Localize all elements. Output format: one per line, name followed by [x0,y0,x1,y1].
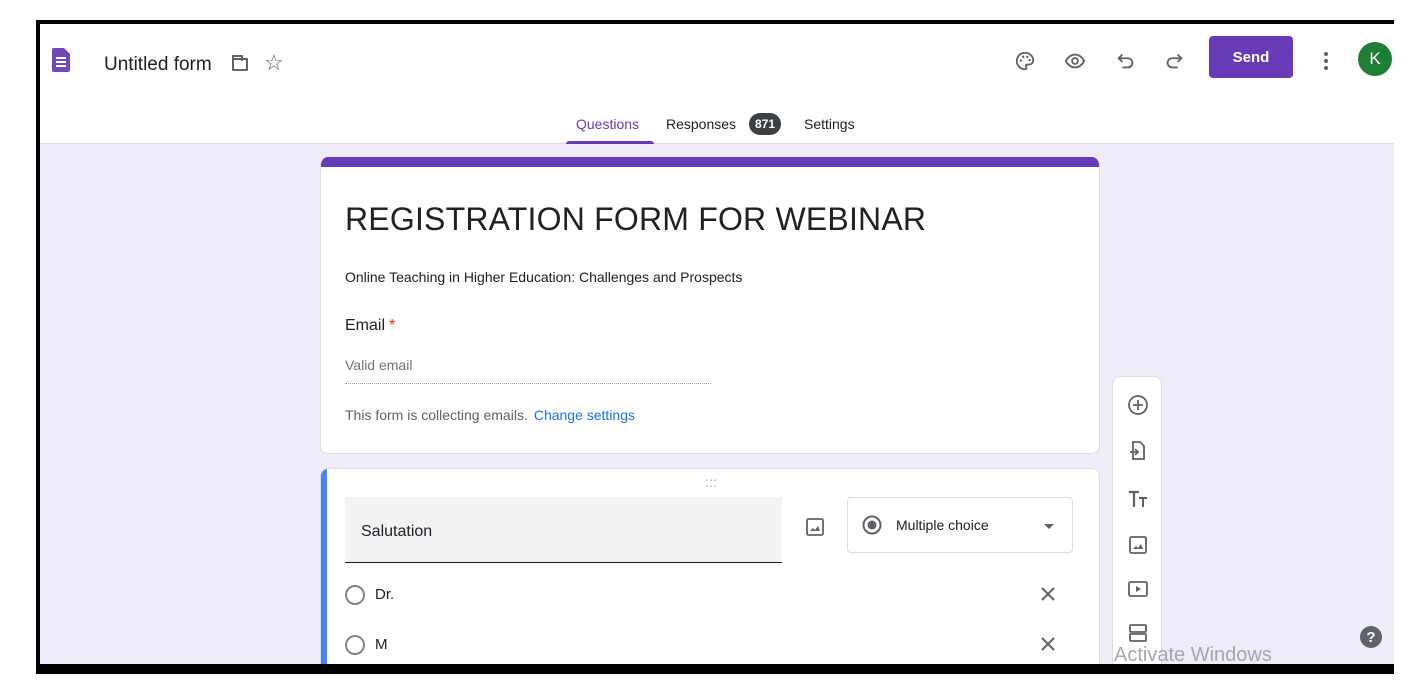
add-video-icon[interactable] [1126,577,1150,601]
activate-windows-watermark: Activate Windows [1114,644,1272,666]
floating-toolbar [1112,376,1162,670]
send-button[interactable]: Send [1209,36,1293,78]
question-type-label: Multiple choice [896,517,989,533]
active-tab-indicator [566,141,654,144]
option-label[interactable]: M [375,636,388,653]
question-card[interactable]: ⋯ ⋯ Salutation Multiple choice Dr. M [320,468,1100,670]
more-vert-icon[interactable] [1317,50,1335,72]
tab-settings[interactable]: Settings [804,116,855,132]
email-input-underline [345,383,711,384]
question-title-input[interactable]: Salutation [345,497,782,563]
account-avatar[interactable]: K [1358,42,1392,76]
undo-icon[interactable] [1115,50,1137,72]
close-icon[interactable] [1037,633,1059,655]
preview-icon[interactable] [1064,50,1086,72]
dropdown-arrow-icon [1044,524,1054,529]
email-placeholder: Valid email [345,357,413,373]
form-title[interactable]: REGISTRATION FORM FOR WEBINAR [345,201,926,238]
add-question-icon[interactable] [1126,393,1150,417]
responses-count-badge: 871 [749,113,781,135]
radio-icon [345,585,365,605]
star-icon[interactable]: ☆ [264,52,284,74]
collect-note-text: This form is collecting emails. [345,407,528,423]
question-type-dropdown[interactable]: Multiple choice [847,497,1073,553]
import-questions-icon[interactable] [1126,439,1150,463]
option-row[interactable]: Dr. [345,579,1065,611]
radio-icon [345,635,365,655]
required-asterisk: * [389,317,396,334]
add-image-icon[interactable] [1126,533,1150,557]
question-text: Salutation [361,523,433,540]
top-app-bar: Untitled form ☆ Send K [40,24,1394,96]
tab-responses[interactable]: Responses [666,116,736,132]
form-header-card[interactable]: REGISTRATION FORM FOR WEBINAR Online Tea… [320,157,1100,454]
radio-button-checked-icon [862,515,882,535]
option-row[interactable]: M [345,629,1065,661]
redo-icon[interactable] [1163,50,1185,72]
form-description[interactable]: Online Teaching in Higher Education: Cha… [345,269,742,285]
folder-icon[interactable] [232,55,248,71]
close-icon[interactable] [1037,583,1059,605]
add-image-icon[interactable] [805,517,825,537]
palette-icon[interactable] [1014,50,1036,72]
add-section-icon[interactable] [1126,621,1150,645]
email-question-label: Email * [345,317,395,335]
theme-band [321,157,1099,167]
change-settings-link[interactable]: Change settings [534,407,635,423]
tab-questions[interactable]: Questions [576,116,639,132]
active-question-indicator [321,469,327,670]
email-collection-note: This form is collecting emails. Change se… [345,407,635,423]
help-icon[interactable]: ? [1360,626,1382,648]
option-label[interactable]: Dr. [375,586,394,603]
document-title[interactable]: Untitled form [104,54,212,76]
forms-logo-icon[interactable] [52,48,70,72]
email-label-text: Email [345,317,386,334]
add-title-icon[interactable] [1126,487,1150,511]
app-window: Untitled form ☆ Send K Questions Respons… [36,20,1394,674]
form-tabs: Questions Responses 871 Settings [40,96,1394,144]
drag-handle-icon[interactable]: ⋯ ⋯ [705,474,718,492]
